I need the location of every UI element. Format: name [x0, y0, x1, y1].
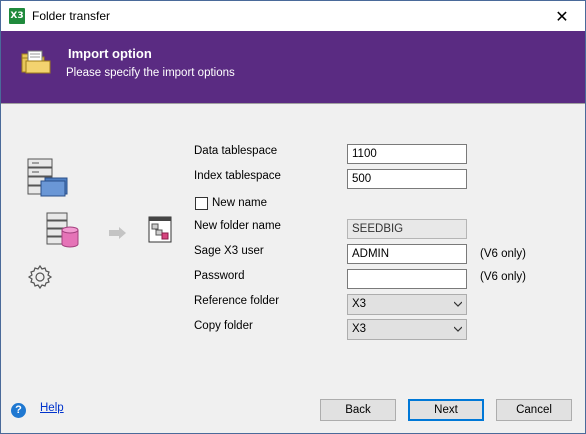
data-tablespace-field[interactable]: [347, 144, 467, 164]
back-button[interactable]: Back: [320, 399, 396, 421]
app-icon: X3: [9, 8, 25, 24]
index-tablespace-label: Index tablespace: [194, 170, 281, 182]
chevron-down-icon: [454, 326, 462, 332]
cancel-button[interactable]: Cancel: [496, 399, 572, 421]
window-title: Folder transfer: [32, 9, 111, 23]
data-tablespace-label: Data tablespace: [194, 145, 278, 157]
header-divider: [1, 103, 585, 104]
copy-folder-select[interactable]: X3: [347, 319, 467, 340]
close-button[interactable]: ✕: [539, 1, 585, 31]
new-name-label[interactable]: New name: [212, 197, 267, 209]
folder-transfer-icon: [21, 50, 51, 74]
gear-icon: [27, 264, 53, 290]
index-tablespace-field[interactable]: [347, 169, 467, 189]
new-folder-name-field: [347, 219, 467, 239]
arrow-right-icon: [109, 227, 126, 239]
header-subtitle: Please specify the import options: [66, 67, 235, 79]
sage-x3-user-hint: (V6 only): [480, 248, 527, 260]
reference-folder-select[interactable]: X3: [347, 294, 467, 315]
next-button[interactable]: Next: [408, 399, 484, 421]
password-field[interactable]: [347, 269, 467, 289]
title-bar: X3 Folder transfer ✕: [1, 1, 585, 31]
help-icon[interactable]: ?: [11, 403, 26, 418]
new-name-checkbox[interactable]: [195, 197, 208, 210]
sage-x3-user-label: Sage X3 user: [194, 245, 264, 257]
reference-folder-value: X3: [352, 298, 367, 310]
header-banner: Import option Please specify the import …: [1, 31, 585, 103]
help-link[interactable]: Help: [40, 402, 64, 414]
copy-folder-value: X3: [352, 323, 367, 335]
sage-x3-user-field[interactable]: [347, 244, 467, 264]
x3-window-icon: [148, 216, 172, 243]
folder-transfer-dialog: X3 Folder transfer ✕ Import option Pleas…: [0, 0, 586, 434]
chevron-down-icon: [454, 301, 462, 307]
new-folder-name-label: New folder name: [194, 220, 281, 232]
server-folder-icon: [27, 158, 68, 197]
password-label: Password: [194, 270, 245, 282]
header-title: Import option: [68, 46, 152, 61]
copy-folder-label: Copy folder: [194, 320, 253, 332]
reference-folder-label: Reference folder: [194, 295, 280, 307]
password-hint: (V6 only): [480, 271, 527, 283]
close-icon: ✕: [555, 6, 569, 26]
database-icon: [46, 212, 79, 248]
